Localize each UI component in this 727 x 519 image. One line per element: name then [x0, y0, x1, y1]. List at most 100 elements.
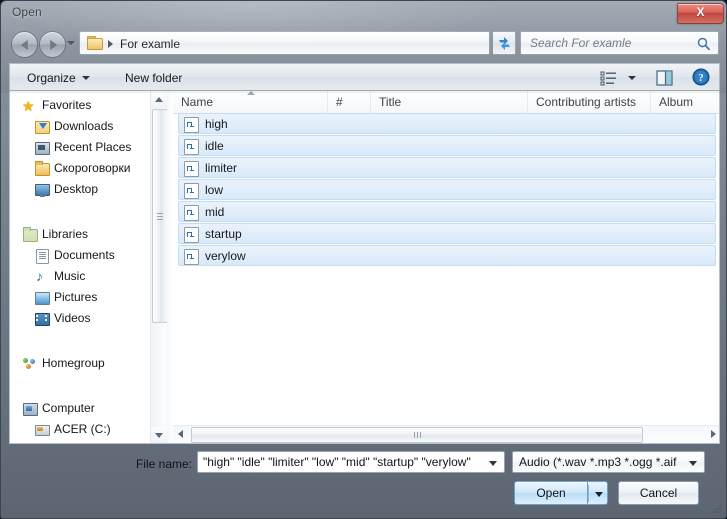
sidebar-item-acer-c[interactable]: ACER (C:)	[10, 419, 150, 440]
breadcrumb-separator-icon	[108, 40, 113, 48]
sidebar-item-skorogovorki[interactable]: Скороговорки	[10, 158, 150, 179]
scrollbar-thumb[interactable]	[152, 109, 167, 323]
forward-button[interactable]	[39, 31, 66, 58]
toolbar: Organize New folder ?	[9, 63, 720, 91]
file-name: low	[205, 183, 224, 197]
sidebar-item-pictures[interactable]: Pictures	[10, 287, 150, 308]
scroll-left-button[interactable]	[173, 426, 190, 443]
breadcrumb[interactable]: For examle	[120, 36, 180, 52]
wave-file-icon	[184, 183, 199, 199]
desktop-icon	[34, 182, 50, 198]
search-input[interactable]: Search For examle	[520, 31, 719, 55]
refresh-button[interactable]	[493, 31, 516, 55]
music-icon: ♪	[36, 268, 43, 284]
file-type-chevron-down-icon[interactable]	[689, 461, 697, 466]
chevron-right-icon	[711, 430, 716, 438]
sidebar-item-label: Computer	[42, 401, 95, 415]
scroll-down-button[interactable]	[151, 427, 167, 443]
sidebar-item-label: Downloads	[54, 119, 114, 133]
open-dialog-window: Open X For examle Search For examle Orga…	[0, 0, 727, 519]
close-icon: X	[696, 5, 705, 19]
column-header-number[interactable]: #	[328, 91, 371, 113]
grip-icon	[157, 213, 163, 214]
sidebar-item-label: Desktop	[54, 182, 99, 196]
new-folder-button[interactable]: New folder	[120, 69, 187, 87]
column-header-title[interactable]: Title	[371, 91, 528, 113]
column-header-contributing-artists[interactable]: Contributing artists	[528, 91, 651, 113]
computer-icon	[22, 401, 38, 417]
sidebar-item-label: Favorites	[42, 98, 92, 112]
horizontal-scrollbar-thumb[interactable]	[191, 427, 643, 443]
sidebar-item-downloads[interactable]: Downloads	[10, 116, 150, 137]
table-row[interactable]: verylow	[178, 245, 716, 266]
sidebar-item-favorites[interactable]: ★ Favorites	[10, 95, 150, 116]
sidebar-item-music[interactable]: ♪ Music	[10, 266, 150, 287]
sidebar-item-recent-places[interactable]: Recent Places	[10, 137, 150, 158]
sidebar-item-label: Pictures	[54, 290, 98, 304]
search-placeholder: Search For examle	[530, 36, 632, 50]
chevron-left-icon	[178, 430, 183, 438]
wave-file-icon	[184, 139, 199, 155]
back-button[interactable]	[11, 31, 38, 58]
sidebar-item-computer[interactable]: Computer	[10, 398, 150, 419]
title-bar[interactable]: Open X	[1, 1, 726, 25]
help-button[interactable]: ?	[692, 68, 710, 86]
file-name: limiter	[205, 161, 237, 175]
file-name-input[interactable]: "high" "idle" "limiter" "low" "mid" "sta…	[197, 451, 505, 473]
file-name-label: File name:	[136, 457, 193, 471]
sidebar-item-homegroup[interactable]: Homegroup	[10, 353, 150, 374]
grip-icon	[414, 432, 415, 438]
scroll-up-button[interactable]	[151, 91, 167, 108]
chevron-down-icon	[155, 433, 163, 438]
sidebar-item-videos[interactable]: Videos	[10, 308, 150, 329]
file-rows: high idle limiter low mid startup verylo…	[173, 113, 719, 266]
preview-pane-button[interactable]	[655, 69, 674, 87]
sort-ascending-icon	[247, 91, 255, 95]
file-name: high	[205, 117, 228, 131]
wave-file-icon	[184, 205, 199, 221]
sidebar-scrollbar[interactable]	[150, 91, 167, 443]
table-row[interactable]: low	[178, 179, 716, 200]
chevron-up-icon	[155, 97, 163, 102]
sidebar-item-desktop[interactable]: Desktop	[10, 179, 150, 200]
column-header-name[interactable]: Name	[173, 91, 328, 113]
sidebar-item-label: Recent Places	[54, 140, 132, 154]
refresh-icon	[499, 37, 510, 50]
file-name-chevron-down-icon[interactable]	[489, 461, 497, 466]
table-row[interactable]: limiter	[178, 157, 716, 178]
scroll-right-button[interactable]	[704, 426, 719, 443]
pictures-icon	[34, 290, 50, 306]
address-bar[interactable]: For examle	[79, 31, 490, 55]
horizontal-scrollbar[interactable]	[173, 425, 719, 443]
table-row[interactable]: high	[178, 113, 716, 134]
resize-grip-icon[interactable]	[712, 505, 722, 515]
open-button[interactable]: Open	[514, 481, 587, 505]
table-row[interactable]: idle	[178, 135, 716, 156]
file-name: mid	[205, 205, 225, 219]
sidebar-item-label: Music	[54, 269, 86, 283]
change-view-button[interactable]	[599, 69, 619, 87]
star-icon: ★	[22, 98, 35, 114]
homegroup-icon	[22, 356, 38, 372]
open-split-dropdown-button[interactable]	[587, 481, 608, 505]
file-type-select[interactable]: Audio (*.wav *.mp3 *.ogg *.aif	[512, 451, 705, 473]
view-chevron-down-icon[interactable]	[628, 76, 636, 80]
column-header-album[interactable]: Album	[651, 91, 719, 113]
table-row[interactable]: mid	[178, 201, 716, 222]
table-row[interactable]: startup	[178, 223, 716, 244]
organize-chevron-down-icon[interactable]	[82, 76, 90, 80]
svg-text:?: ?	[698, 72, 704, 84]
sidebar-item-label: Homegroup	[42, 356, 105, 370]
wave-file-icon	[184, 227, 199, 243]
close-button[interactable]: X	[677, 3, 724, 24]
organize-button[interactable]: Organize	[22, 69, 81, 87]
sidebar-item-libraries[interactable]: Libraries	[10, 224, 150, 245]
recent-locations-chevron-down-icon[interactable]	[67, 41, 75, 45]
sidebar-item-documents[interactable]: Documents	[10, 245, 150, 266]
list-view-icon	[600, 71, 616, 86]
cancel-button[interactable]: Cancel	[618, 481, 699, 505]
wave-file-icon	[184, 117, 199, 133]
file-name-value: "high" "idle" "limiter" "low" "mid" "sta…	[203, 455, 471, 469]
search-icon	[697, 37, 711, 51]
forward-arrow-icon	[49, 39, 57, 50]
